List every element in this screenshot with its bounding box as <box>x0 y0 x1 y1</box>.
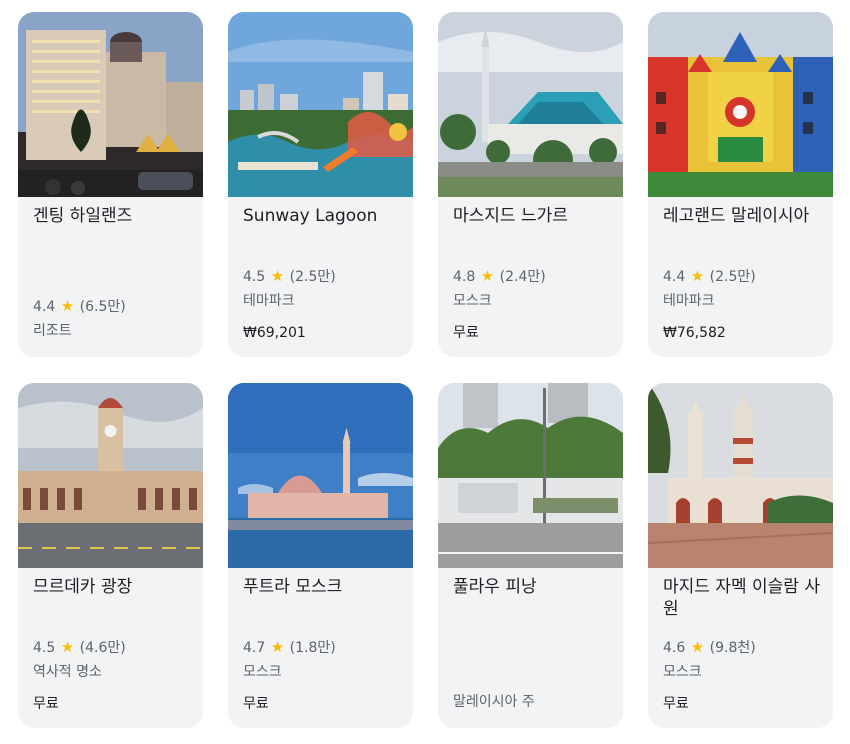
star-icon: ★ <box>480 267 495 285</box>
place-card-masjid-negara[interactable]: 마스지드 느가르 4.8 ★ (2.4만) 모스크 무료 <box>438 12 623 357</box>
place-category: 말레이시아 주 <box>453 694 535 710</box>
resort-hotel-photo <box>18 12 203 197</box>
rating: 4.8 ★ (2.4만) <box>453 267 546 286</box>
place-title: Sunway Lagoon <box>243 206 378 226</box>
place-category: 테마파크 <box>243 293 295 309</box>
place-card-masjid-jamek[interactable]: 마지드 자멕 이슬람 사원 4.6 ★ (9.8천) 모스크 무료 <box>648 383 833 728</box>
place-title: 푸트라 모스크 <box>243 577 343 597</box>
rating: 4.5 ★ (2.5만) <box>243 267 336 286</box>
place-category: 테마파크 <box>663 293 715 309</box>
place-category: 모스크 <box>663 664 702 680</box>
review-count: (4.6만) <box>79 640 126 656</box>
place-category: 모스크 <box>243 664 282 680</box>
rating-value: 4.7 <box>243 640 266 656</box>
review-count: (2.5만) <box>289 269 336 285</box>
star-icon: ★ <box>270 638 285 656</box>
rating-value: 4.4 <box>663 269 686 285</box>
place-card-putra-mosque[interactable]: 푸트라 모스크 4.7 ★ (1.8만) 모스크 무료 <box>228 383 413 728</box>
place-price: 무료 <box>243 696 269 712</box>
place-category: 역사적 명소 <box>33 664 102 680</box>
place-title: 마지드 자멕 이슬람 사원 <box>663 577 820 619</box>
penang-street-photo <box>438 383 623 568</box>
place-title: 겐팅 하일랜즈 <box>33 206 133 226</box>
place-card-pulau-pinang[interactable]: 풀라우 피낭 말레이시아 주 <box>438 383 623 728</box>
place-card-legoland[interactable]: 레고랜드 말레이시아 4.4 ★ (2.5만) 테마파크 ₩76,582 <box>648 12 833 357</box>
place-title: 풀라우 피낭 <box>453 577 537 597</box>
place-category: 모스크 <box>453 293 492 309</box>
review-count: (2.4만) <box>499 269 546 285</box>
national-mosque-photo <box>438 12 623 197</box>
place-price: 무료 <box>453 325 479 341</box>
star-icon: ★ <box>690 638 705 656</box>
place-title: 레고랜드 말레이시아 <box>663 206 810 226</box>
review-count: (2.5만) <box>709 269 756 285</box>
place-card-merdeka-square[interactable]: 므르데카 광장 4.5 ★ (4.6만) 역사적 명소 무료 <box>18 383 203 728</box>
place-title: 므르데카 광장 <box>33 577 133 597</box>
rating: 4.4 ★ (2.5만) <box>663 267 756 286</box>
legoland-photo <box>648 12 833 197</box>
place-card-genting[interactable]: 겐팅 하일랜즈 4.4 ★ (6.5만) 리조트 <box>18 12 203 357</box>
rating: 4.4 ★ (6.5만) <box>33 297 126 316</box>
place-category: 리조트 <box>33 323 72 339</box>
rating: 4.7 ★ (1.8만) <box>243 638 336 657</box>
review-count: (6.5만) <box>79 299 126 315</box>
star-icon: ★ <box>270 267 285 285</box>
rating-value: 4.8 <box>453 269 476 285</box>
rating-value: 4.6 <box>663 640 686 656</box>
place-price: 무료 <box>663 696 689 712</box>
star-icon: ★ <box>690 267 705 285</box>
waterpark-photo <box>228 12 413 197</box>
pink-mosque-photo <box>228 383 413 568</box>
place-title: 마스지드 느가르 <box>453 206 568 226</box>
jamek-mosque-photo <box>648 383 833 568</box>
rating-value: 4.5 <box>33 640 56 656</box>
place-price: ₩69,201 <box>243 325 306 341</box>
star-icon: ★ <box>60 638 75 656</box>
place-card-sunway-lagoon[interactable]: Sunway Lagoon 4.5 ★ (2.5만) 테마파크 ₩69,201 <box>228 12 413 357</box>
place-price: ₩76,582 <box>663 325 726 341</box>
colonial-building-photo <box>18 383 203 568</box>
place-price: 무료 <box>33 696 59 712</box>
review-count: (1.8만) <box>289 640 336 656</box>
review-count: (9.8천) <box>709 640 756 656</box>
rating: 4.5 ★ (4.6만) <box>33 638 126 657</box>
rating-value: 4.4 <box>33 299 56 315</box>
rating-value: 4.5 <box>243 269 266 285</box>
rating: 4.6 ★ (9.8천) <box>663 638 756 657</box>
star-icon: ★ <box>60 297 75 315</box>
